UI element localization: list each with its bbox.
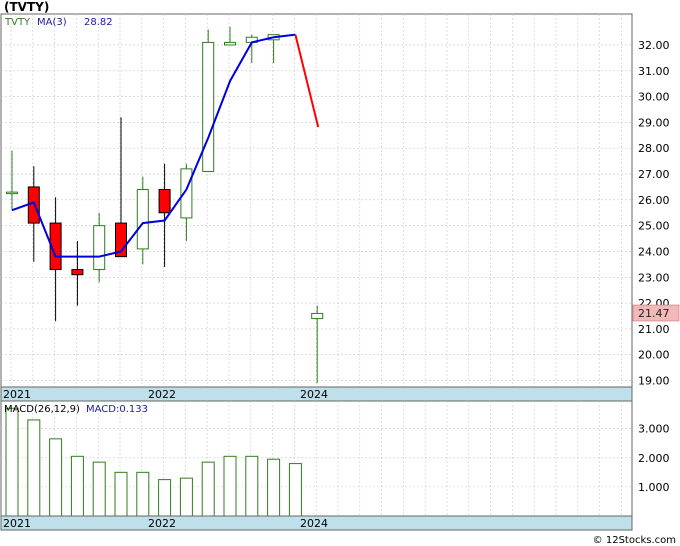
macd-bar: [92, 461, 106, 517]
last-price-badge: 21.47: [632, 304, 680, 322]
macd-bar: [27, 419, 41, 517]
macd-y-tick-label: 2.000: [638, 452, 670, 465]
macd-bar: [179, 477, 193, 517]
candle-body: [311, 312, 324, 320]
macd-bar: [223, 455, 237, 517]
candle-body: [71, 269, 84, 276]
macd-y-tick-label: 1.000: [638, 481, 670, 494]
macd-y-tick-label: 3.000: [638, 423, 670, 436]
macd-x-label-2021: 2021: [3, 517, 31, 530]
macd-bar: [49, 438, 63, 517]
chart-title: (TVTY): [4, 0, 49, 14]
price-y-tick-label: 30.00: [638, 91, 670, 104]
price-y-tick-label: 26.00: [638, 194, 670, 207]
macd-bar: [5, 407, 19, 517]
candle-body: [136, 189, 149, 250]
price-y-tick-label: 27.00: [638, 168, 670, 181]
legend-ma-value: 28.82: [84, 17, 113, 28]
price-x-label-2024: 2024: [300, 388, 328, 401]
price-y-tick-label: 23.00: [638, 271, 670, 284]
price-y-tick-label: 21.00: [638, 323, 670, 336]
macd-bar: [158, 479, 172, 517]
macd-bar: [70, 455, 84, 517]
price-y-tick-label: 19.00: [638, 375, 670, 388]
price-y-tick-label: 29.00: [638, 116, 670, 129]
candle-body: [224, 41, 236, 46]
price-y-tick-label: 25.00: [638, 220, 670, 233]
price-x-label-2022: 2022: [148, 388, 176, 401]
price-y-tick-label: 28.00: [638, 142, 670, 155]
price-y-tick-label: 24.00: [638, 245, 670, 258]
price-y-tick-label: 32.00: [638, 39, 670, 52]
macd-x-label-2022: 2022: [148, 517, 176, 530]
last-price-text: 21.47: [638, 307, 670, 320]
macd-legend-value: MACD:0.133: [86, 404, 148, 415]
macd-bar: [114, 471, 128, 517]
price-y-axis: 19.0020.0021.0022.0023.0024.0025.0026.00…: [638, 39, 670, 388]
candle-body: [93, 225, 106, 271]
candle-body: [6, 191, 18, 195]
macd-bar: [267, 458, 281, 517]
macd-bar: [245, 455, 259, 517]
candle-body: [202, 41, 215, 172]
watermark: © 12Stocks.com: [593, 535, 676, 546]
macd-bar: [201, 461, 215, 517]
price-y-tick-label: 31.00: [638, 65, 670, 78]
macd-bar: [136, 471, 150, 517]
macd-bar: [288, 463, 302, 517]
price-y-tick-label: 20.00: [638, 349, 670, 362]
macd-legend-label: MACD(26,12,9): [4, 404, 80, 415]
legend-ma-label: MA(3): [37, 17, 67, 28]
stock-chart: 19.0020.0021.0022.0023.0024.0025.0026.00…: [0, 0, 680, 546]
macd-x-label-2024: 2024: [300, 517, 328, 530]
macd-y-axis: 1.000 2.000 3.000: [638, 423, 670, 494]
candle-body: [158, 189, 171, 214]
legend-symbol: TVTY: [4, 17, 31, 28]
price-x-label-2021: 2021: [3, 388, 31, 401]
